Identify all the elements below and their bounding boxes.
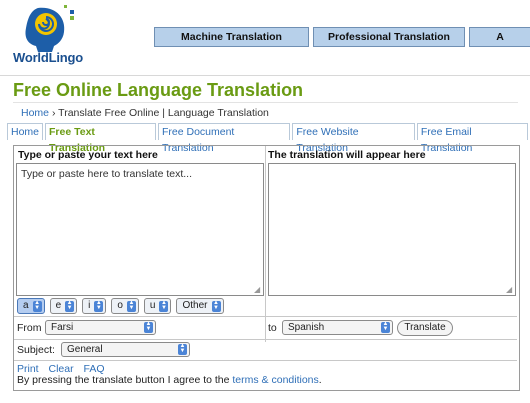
column-divider [265,146,266,342]
tab-free-document-translation[interactable]: Free Document Translation [157,123,291,154]
translation-tabs: Home Free Text Translation Free Document… [7,123,530,154]
tab-free-text-translation[interactable]: Free Text Translation [45,123,156,154]
source-heading: Type or paste your text here [18,149,158,161]
breadcrumb-separator: › [51,107,56,119]
char-o-label: o [117,300,123,311]
page-title: Free Online Language Translation [13,80,304,100]
char-i-select[interactable]: i ▲ ▼ [82,298,107,314]
char-u-label: u [149,300,156,311]
subject-label: Subject: [17,344,55,356]
char-other-select[interactable]: Other ▲ ▼ [176,298,224,314]
row-divider [14,316,517,317]
chevron-updown-icon: ▲ ▼ [381,321,390,333]
accent-char-bar: a ▲ ▼ e ▲ ▼ i ▲ ▼ o ▲ ▼ u ▲ ▼ Other ▲ ▼ [17,298,229,314]
from-language-value: Farsi [51,322,74,333]
chevron-updown-icon: ▲ ▼ [178,343,187,355]
logo-head-icon [25,5,74,52]
char-e-select[interactable]: e ▲ ▼ [49,298,78,314]
nav-machine-translation[interactable]: Machine Translation [154,27,309,47]
subject-value: General [67,344,103,355]
source-text-input[interactable]: Type or paste here to translate text... … [16,163,264,296]
chevron-updown-icon: ▲ ▼ [32,299,42,312]
char-a-select[interactable]: a ▲ ▼ [17,298,45,314]
char-other-label: Other [182,300,208,311]
char-a-label: a [23,300,29,311]
chevron-updown-icon: ▲ ▼ [159,299,169,312]
top-nav: Machine Translation Professional Transla… [154,27,530,47]
to-language-value: Spanish [288,322,325,333]
terms-notice: By pressing the translate button I agree… [17,374,322,386]
row-divider [14,339,517,340]
char-e-label: e [55,300,62,311]
char-u-select[interactable]: u ▲ ▼ [143,298,172,314]
chevron-updown-icon: ▲ ▼ [211,299,221,312]
char-i-label: i [88,300,91,311]
tab-free-website-translation[interactable]: Free Website Translation [292,123,415,154]
to-label: to [268,322,277,334]
nav-professional-translation[interactable]: Professional Translation [313,27,465,47]
terms-link[interactable]: terms & conditions [232,374,318,386]
translation-output[interactable]: ◢ [268,163,516,296]
subject-select[interactable]: General ▲ ▼ [61,342,190,357]
brand-name[interactable]: WorldLingo [13,50,83,65]
breadcrumb: Home › Translate Free Online | Language … [21,107,269,119]
chevron-updown-icon: ▲ ▼ [65,299,75,312]
to-language-select[interactable]: Spanish ▲ ▼ [282,320,393,335]
tab-home[interactable]: Home [7,123,44,140]
translate-button[interactable]: Translate [397,320,453,336]
breadcrumb-current: Translate Free Online | Language Transla… [58,107,269,119]
tab-free-email-translation[interactable]: Free Email Translation [416,123,528,154]
source-text-placeholder: Type or paste here to translate text... [21,168,193,180]
from-language-select[interactable]: Farsi ▲ ▼ [45,320,156,335]
nav-truncated-item[interactable]: A [469,27,530,47]
resize-grip-icon[interactable]: ◢ [506,286,514,294]
breadcrumb-home-link[interactable]: Home [21,107,49,119]
from-label: From [17,322,42,334]
header-divider [0,75,530,76]
row-divider [14,360,517,361]
terms-notice-end: . [318,374,322,386]
terms-notice-text: By pressing the translate button I agree… [17,374,233,386]
resize-grip-icon[interactable]: ◢ [254,286,262,294]
title-divider [13,102,518,103]
char-o-select[interactable]: o ▲ ▼ [111,298,139,314]
target-heading: The translation will appear here [268,149,426,161]
chevron-updown-icon: ▲ ▼ [126,299,136,312]
chevron-updown-icon: ▲ ▼ [144,321,153,333]
chevron-updown-icon: ▲ ▼ [94,299,104,312]
